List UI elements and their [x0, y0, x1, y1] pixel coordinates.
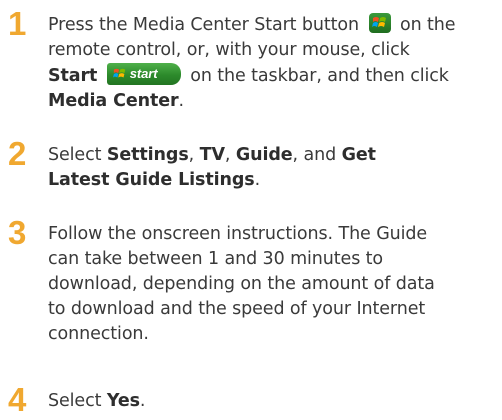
instruction-page: 1 Press the Media Center Start button on… — [0, 0, 502, 420]
taskbar-start-button: start — [106, 63, 181, 85]
step-text: Select Settings, TV, Guide, and Get Late… — [48, 145, 376, 190]
step-number: 2 — [8, 135, 27, 172]
step-number: 3 — [8, 214, 27, 251]
step-number: 1 — [8, 5, 27, 42]
step-number: 4 — [8, 381, 27, 418]
step-text: Select Yes. — [48, 391, 146, 411]
step-text: Press the Media Center Start button on t… — [48, 13, 456, 111]
media-center-start-icon — [368, 13, 391, 33]
step-text: Follow the onscreen instructions. The Gu… — [48, 224, 435, 344]
